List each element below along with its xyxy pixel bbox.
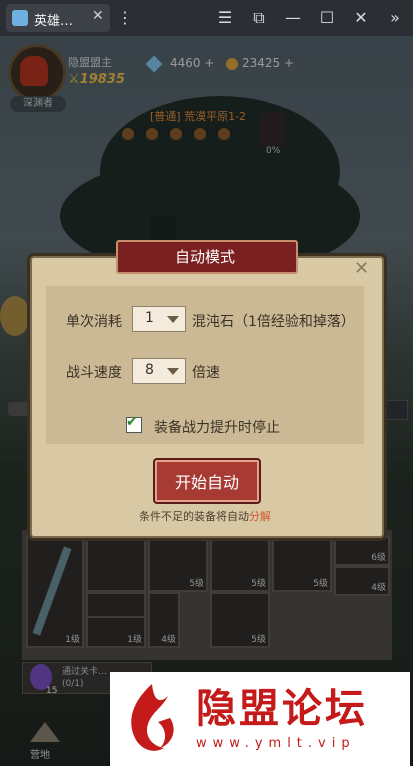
- app-icon: [12, 10, 28, 26]
- close-window-icon[interactable]: ✕: [350, 8, 372, 28]
- tab-title: 英雄…: [34, 14, 74, 29]
- sidebar-expand-icon[interactable]: »: [384, 8, 406, 28]
- cost-value: 1: [145, 310, 154, 326]
- more-vertical-icon[interactable]: ⋮: [114, 8, 136, 28]
- dialog-title: 自动模式: [174, 248, 235, 266]
- watermark-url: www.ymlt.vip: [196, 736, 356, 751]
- speed-unit: 倍速: [192, 365, 220, 381]
- speed-value: 8: [145, 362, 154, 378]
- chevron-down-icon: [167, 316, 179, 323]
- speed-select[interactable]: 8: [132, 358, 186, 384]
- close-icon[interactable]: ✕: [354, 258, 369, 279]
- cost-select[interactable]: 1: [132, 306, 186, 332]
- minimize-icon[interactable]: —: [282, 8, 304, 28]
- stop-on-upgrade-label: 装备战力提升时停止: [154, 420, 280, 436]
- cost-unit: 混沌石（1倍经验和掉落）: [192, 314, 355, 330]
- dismantle-link[interactable]: 分解: [249, 510, 271, 523]
- app-tab[interactable]: 英雄… ✕: [6, 4, 110, 32]
- watermark-logo-icon: [131, 684, 174, 751]
- cost-label: 单次消耗: [66, 314, 122, 330]
- screenshot-icon[interactable]: ⧉: [248, 8, 270, 28]
- maximize-icon[interactable]: ☐: [316, 8, 338, 28]
- speed-label: 战斗速度: [66, 365, 122, 381]
- tab-close-icon[interactable]: ✕: [92, 8, 104, 24]
- watermark-text: 隐盟论坛: [196, 686, 368, 732]
- checkmark-icon: ✔: [126, 414, 138, 430]
- start-auto-label: 开始自动: [174, 473, 239, 492]
- chevron-down-icon: [167, 368, 179, 375]
- auto-dismantle-hint: 条件不足的装备将自动分解: [139, 510, 271, 523]
- window-title-bar: 英雄… ✕ ⋮ ☰ ⧉ — ☐ ✕ »: [0, 0, 413, 36]
- menu-icon[interactable]: ☰: [214, 8, 236, 28]
